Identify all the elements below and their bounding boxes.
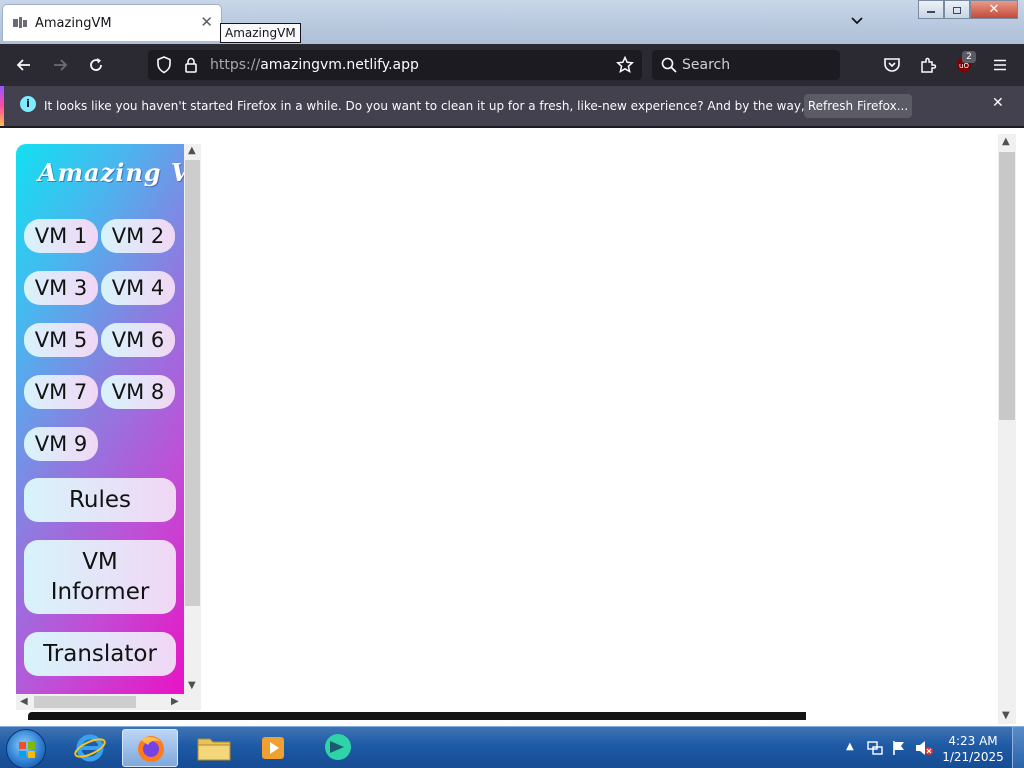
restore-icon	[953, 6, 961, 14]
url-scheme: https://	[210, 57, 261, 73]
taskbar-file-explorer[interactable]	[186, 729, 242, 767]
url-bar[interactable]: https://amazingvm.netlify.app	[148, 50, 642, 80]
lock-icon[interactable]	[184, 56, 198, 74]
windows-start-button[interactable]	[6, 729, 46, 768]
search-icon	[661, 57, 677, 73]
browser-tab[interactable]: AmazingVM ✕	[2, 4, 222, 41]
taskbar-media-player[interactable]	[246, 729, 302, 767]
page-viewport: Amazing VM VM 1 VM 2 VM 3 VM 4 VM 5 VM 6…	[0, 128, 1024, 726]
clock-time: 4:23 AM	[948, 734, 998, 748]
pocket-button[interactable]	[880, 53, 904, 77]
close-tab-icon[interactable]: ✕	[200, 13, 213, 31]
folder-icon	[197, 738, 231, 761]
app-menu-button[interactable]	[988, 53, 1012, 77]
page-vertical-scrollbar[interactable]: ▲ ▼	[998, 134, 1016, 724]
site-favicon-icon	[13, 17, 27, 28]
show-desktop-button[interactable]	[1012, 727, 1024, 768]
reload-icon	[90, 58, 102, 71]
url-text[interactable]: https://amazingvm.netlify.app	[210, 57, 419, 73]
svg-text:uO: uO	[959, 62, 969, 70]
vm-button-5[interactable]: VM 5	[24, 323, 98, 357]
action-center-flag-icon[interactable]	[890, 739, 908, 757]
browser-tab-bar: AmazingVM ✕ AmazingVM ✕	[0, 0, 1024, 44]
vm-informer-button[interactable]: VM Informer	[24, 540, 176, 614]
bookmark-star-icon[interactable]	[616, 56, 634, 74]
page-scroll-down-arrow-icon[interactable]: ▼	[1002, 710, 1010, 721]
show-hidden-icons-arrow-icon[interactable]: ▲	[846, 741, 854, 752]
vm-button-4[interactable]: VM 4	[101, 271, 175, 305]
vm-button-6[interactable]: VM 6	[101, 323, 175, 357]
vm-side-panel[interactable]: Amazing VM VM 1 VM 2 VM 3 VM 4 VM 5 VM 6…	[16, 144, 184, 694]
search-placeholder: Search	[682, 57, 731, 73]
rules-button[interactable]: Rules	[24, 478, 176, 522]
extensions-button[interactable]	[916, 53, 940, 77]
forward-button[interactable]	[48, 53, 72, 77]
vm-button-9[interactable]: VM 9	[24, 427, 98, 461]
window-close-button[interactable]: ✕	[970, 0, 1018, 19]
extension-badge: 2	[962, 51, 976, 63]
vm-button-1[interactable]: VM 1	[24, 219, 98, 253]
forward-arrow-icon	[54, 59, 68, 71]
internet-explorer-icon	[74, 734, 106, 762]
scroll-down-arrow-icon[interactable]: ▼	[188, 680, 196, 691]
list-all-tabs-chevron-icon[interactable]	[848, 12, 866, 30]
app-frame: Amazing VM VM 1 VM 2 VM 3 VM 4 VM 5 VM 6…	[16, 144, 201, 710]
vm-button-2[interactable]: VM 2	[101, 219, 175, 253]
refresh-firefox-button[interactable]: Refresh Firefox...	[804, 94, 912, 118]
windows-taskbar: ▲ 4:23 AM 1/21/2025	[0, 726, 1024, 768]
navigation-toolbar: https://amazingvm.netlify.app Search uO …	[0, 44, 1024, 86]
scroll-left-arrow-icon[interactable]: ◀	[20, 696, 28, 707]
notification-bar: i It looks like you haven't started Fire…	[0, 86, 1024, 126]
panel-horizontal-scroll-thumb[interactable]	[34, 696, 136, 708]
panel-horizontal-scrollbar[interactable]: ◀ ▶	[16, 694, 201, 710]
info-icon: i	[20, 96, 36, 112]
vm-button-3[interactable]: VM 3	[24, 271, 98, 305]
scroll-right-arrow-icon[interactable]: ▶	[171, 696, 179, 707]
page-vertical-scroll-thumb[interactable]	[999, 152, 1015, 420]
app-logo: Amazing VM	[38, 158, 184, 187]
taskbar-clock[interactable]: 4:23 AM 1/21/2025	[940, 733, 1006, 765]
panel-vertical-scrollbar[interactable]: ▲ ▼	[184, 144, 201, 694]
translator-button[interactable]: Translator	[24, 632, 176, 676]
vm-button-7[interactable]: VM 7	[24, 375, 98, 409]
tab-tooltip: AmazingVM	[220, 23, 301, 43]
scroll-up-arrow-icon[interactable]: ▲	[188, 145, 196, 156]
media-player-icon	[262, 737, 284, 759]
panel-vertical-scroll-thumb[interactable]	[185, 160, 200, 606]
clock-date: 1/21/2025	[942, 750, 1004, 764]
network-icon[interactable]	[866, 739, 884, 757]
taskbar-firefox[interactable]	[122, 729, 178, 767]
tab-title: AmazingVM	[35, 16, 112, 31]
extensions-puzzle-icon	[921, 57, 937, 73]
volume-muted-icon[interactable]	[914, 739, 934, 757]
minimize-icon	[927, 10, 935, 13]
reload-button[interactable]	[84, 53, 108, 77]
window-controls: ✕	[918, 0, 1020, 19]
close-notification-icon[interactable]: ✕	[992, 95, 1004, 111]
firefox-icon	[138, 736, 164, 762]
windows-logo-icon	[19, 742, 35, 758]
page-scroll-up-arrow-icon[interactable]: ▲	[1002, 136, 1010, 147]
url-host: amazingvm.netlify.app	[260, 57, 419, 73]
back-button[interactable]	[12, 53, 36, 77]
page-bottom-bar	[28, 712, 806, 720]
back-arrow-icon	[16, 59, 30, 71]
notification-message: It looks like you haven't started Firefo…	[44, 99, 900, 113]
close-icon: ✕	[988, 2, 1000, 17]
shield-icon[interactable]	[156, 56, 172, 74]
hamburger-menu-icon	[994, 59, 1006, 71]
taskbar-chat-app[interactable]	[308, 729, 364, 767]
vm-informer-line-2: Informer	[50, 579, 150, 605]
vm-button-8[interactable]: VM 8	[101, 375, 175, 409]
pocket-icon	[884, 58, 900, 72]
chat-app-icon	[325, 734, 351, 760]
minimize-button[interactable]	[918, 0, 944, 19]
maximize-button[interactable]	[944, 0, 970, 19]
search-bar[interactable]: Search	[652, 50, 840, 80]
notification-accent	[0, 86, 4, 126]
taskbar-internet-explorer[interactable]	[62, 729, 118, 767]
vm-informer-line-1: VM	[82, 549, 118, 575]
